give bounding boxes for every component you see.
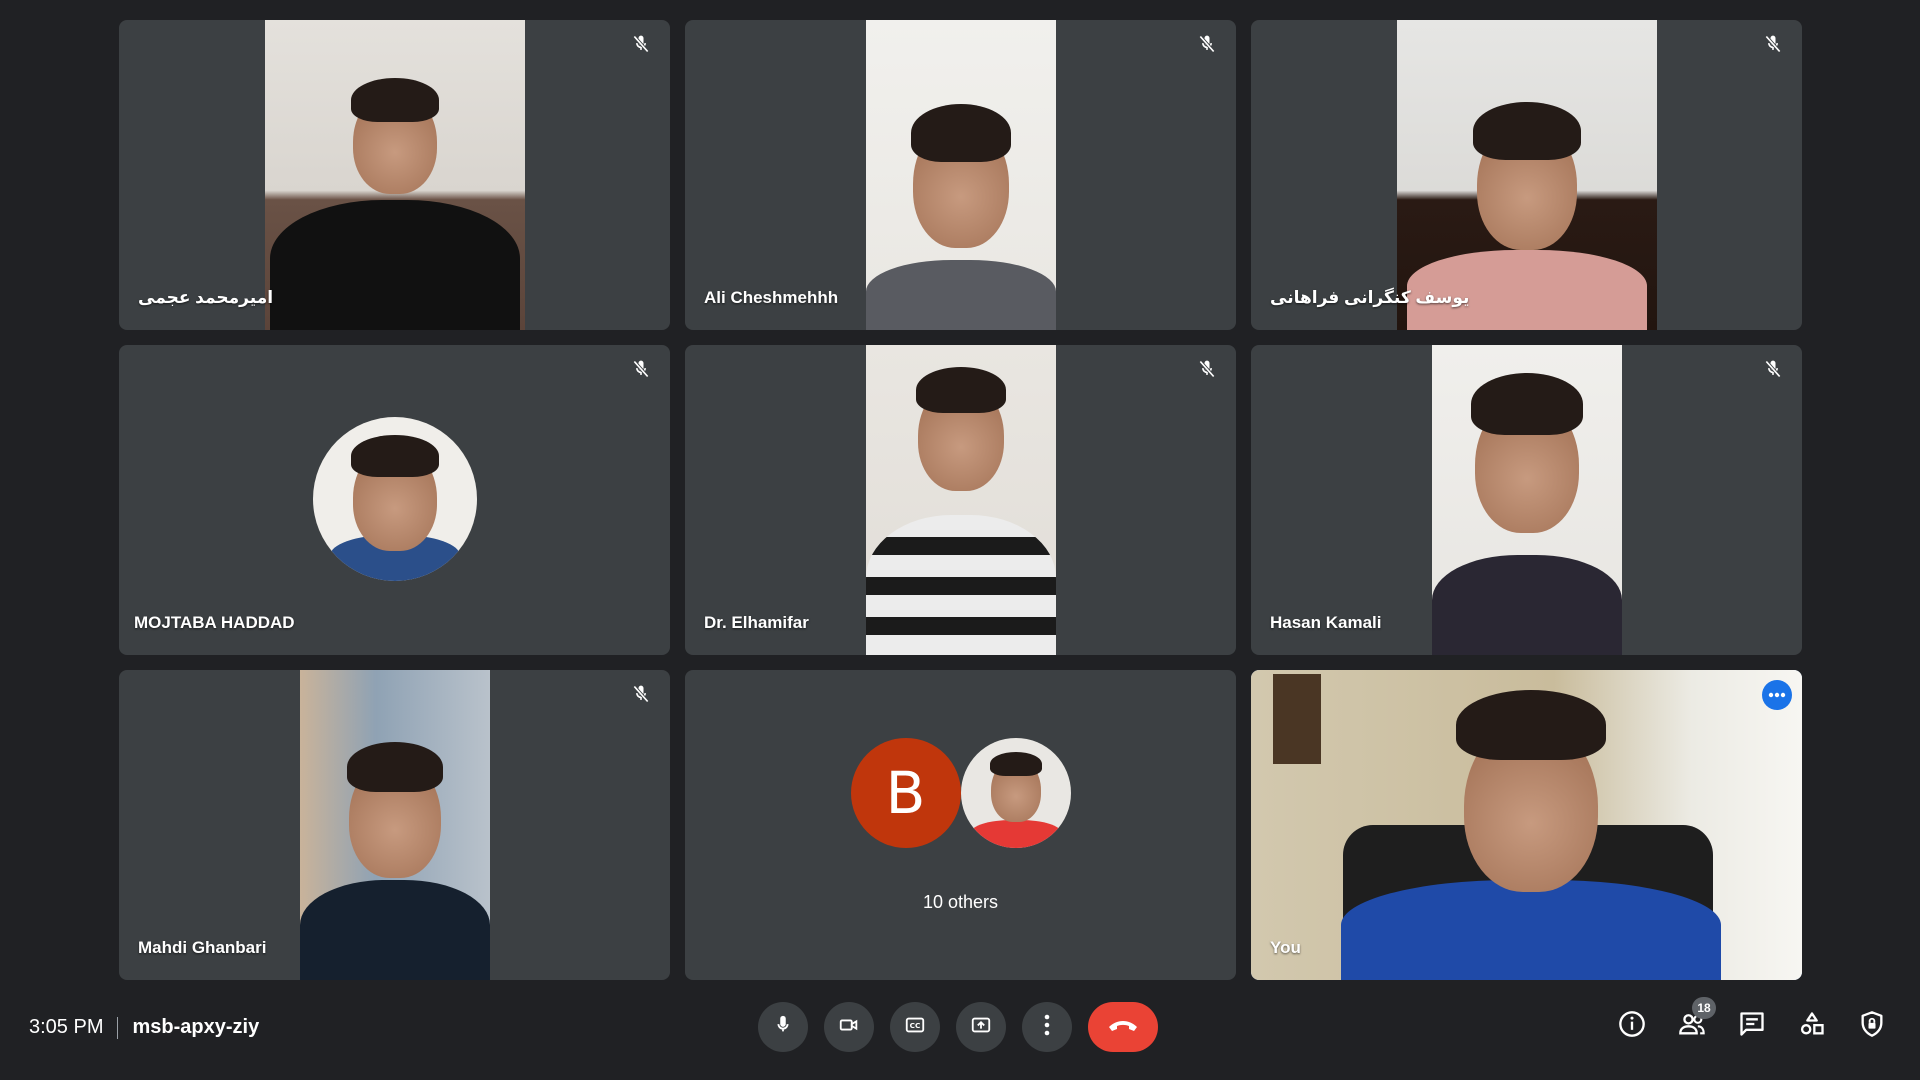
participant-name: Hasan Kamali xyxy=(1270,613,1382,632)
participant-name: Mahdi Ghanbari xyxy=(138,938,267,957)
participant-name: یوسف کنگرانی فراهانی xyxy=(1270,288,1470,307)
info-button[interactable] xyxy=(1614,1008,1650,1044)
mic-muted-icon xyxy=(630,33,652,55)
participant-tile-3[interactable]: یوسف کنگرانی فراهانی xyxy=(1251,20,1802,330)
others-count-label: 10 others xyxy=(922,892,999,912)
mic-muted-icon xyxy=(1762,358,1784,380)
mic-muted-icon xyxy=(1762,33,1784,55)
participant-video xyxy=(865,345,1056,655)
self-name: You xyxy=(1270,938,1301,957)
meeting-time: 3:05 PM xyxy=(29,1016,104,1038)
divider xyxy=(117,1016,119,1039)
participant-tile-5[interactable]: Dr. Elhamifar xyxy=(685,345,1236,655)
side-panel-controls: 18 xyxy=(1614,997,1890,1044)
captions-icon: CC xyxy=(903,1014,927,1041)
more-options-button[interactable] xyxy=(1022,1002,1072,1052)
participant-tile-1[interactable]: امیرمحمد عجمی xyxy=(119,20,670,330)
svg-text:CC: CC xyxy=(910,1021,921,1030)
participant-video xyxy=(264,20,525,330)
participant-video xyxy=(865,20,1056,330)
participant-tile-7[interactable]: Mahdi Ghanbari xyxy=(119,670,670,980)
present-button[interactable] xyxy=(956,1002,1006,1052)
host-controls-button[interactable] xyxy=(1854,1008,1890,1044)
participant-avatar xyxy=(960,738,1071,848)
host-controls-icon xyxy=(1858,1010,1886,1043)
participant-video xyxy=(1431,345,1622,655)
participant-name: امیرمحمد عجمی xyxy=(138,288,274,307)
participant-count-badge: 18 xyxy=(1692,997,1716,1019)
more-options-icon[interactable] xyxy=(1762,680,1792,710)
participant-tile-4[interactable]: MOJTABA HADDAD xyxy=(119,345,670,655)
mic-icon xyxy=(772,1014,794,1041)
participant-name: MOJTABA HADDAD xyxy=(134,613,295,632)
activities-button[interactable] xyxy=(1794,1008,1830,1044)
meeting-code: msb-apxy-ziy xyxy=(132,1016,260,1038)
participant-avatar xyxy=(312,417,477,581)
chat-icon xyxy=(1738,1010,1766,1043)
mic-muted-icon xyxy=(630,358,652,380)
wall-picture xyxy=(1273,674,1321,764)
end-call-icon xyxy=(1107,1017,1139,1038)
meeting-details: 3:05 PM msb-apxy-ziy xyxy=(29,1016,259,1039)
activities-icon xyxy=(1798,1010,1826,1043)
mic-button[interactable] xyxy=(758,1002,808,1052)
participant-tile-6[interactable]: Hasan Kamali xyxy=(1251,345,1802,655)
present-icon xyxy=(969,1014,993,1041)
camera-button[interactable] xyxy=(824,1002,874,1052)
people-button[interactable]: 18 xyxy=(1674,997,1716,1044)
self-tile[interactable]: You xyxy=(1251,670,1802,980)
others-tile[interactable]: B 10 others xyxy=(685,670,1236,980)
participant-initial-avatar: B xyxy=(850,738,961,848)
participant-name: Ali Cheshmehhh xyxy=(704,288,839,307)
end-call-button[interactable] xyxy=(1088,1002,1158,1052)
call-controls: CC xyxy=(758,1002,1158,1052)
participant-tile-2[interactable]: Ali Cheshmehhh xyxy=(685,20,1236,330)
camera-icon xyxy=(837,1014,861,1041)
info-icon xyxy=(1618,1010,1646,1043)
self-video xyxy=(1251,670,1802,980)
video-grid: امیرمحمد عجمی Ali Cheshmehhh یوسف کنگران… xyxy=(119,20,1802,980)
mic-muted-icon xyxy=(630,683,652,705)
mic-muted-icon xyxy=(1196,358,1218,380)
captions-button[interactable]: CC xyxy=(890,1002,940,1052)
participant-video xyxy=(1396,20,1657,330)
participant-name: Dr. Elhamifar xyxy=(704,613,809,632)
chat-button[interactable] xyxy=(1734,1008,1770,1044)
participant-video xyxy=(299,670,490,980)
others-avatars: B xyxy=(685,738,1236,848)
mic-muted-icon xyxy=(1196,33,1218,55)
more-vert-icon xyxy=(1044,1014,1050,1041)
